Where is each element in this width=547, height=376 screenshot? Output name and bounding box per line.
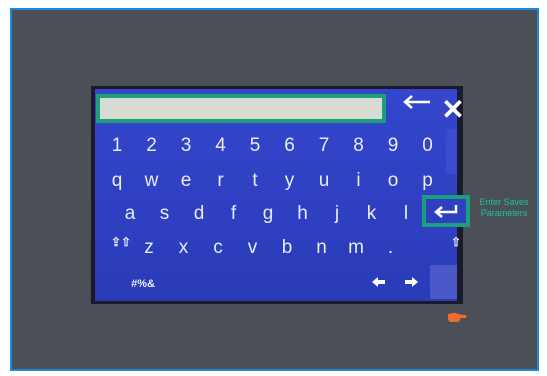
key-number-3[interactable]: 4 — [207, 134, 235, 158]
key-letter-bottom-3[interactable]: v — [239, 236, 267, 260]
arrow-right-icon — [405, 277, 418, 287]
key-letter-top-9[interactable]: p — [414, 169, 442, 193]
enter-annotation: Enter Saves Parameters — [479, 197, 529, 218]
key-letter-bottom-2[interactable]: c — [204, 236, 232, 260]
key-letter-top-0[interactable]: q — [103, 169, 131, 193]
key-letter-bottom-5[interactable]: n — [308, 236, 336, 260]
key-letter-home-7[interactable]: k — [358, 202, 386, 226]
key-letter-bottom-1[interactable]: x — [170, 236, 198, 260]
key-letter-top-2[interactable]: e — [172, 169, 200, 193]
key-number-7[interactable]: 8 — [345, 134, 373, 158]
key-letter-home-5[interactable]: h — [289, 202, 317, 226]
keyboard-corner-block — [430, 265, 457, 299]
key-letter-home-6[interactable]: j — [323, 202, 351, 226]
key-number-4[interactable]: 5 — [241, 134, 269, 158]
shift-key[interactable]: ⇧ — [442, 230, 470, 254]
key-number-9[interactable]: 0 — [414, 134, 442, 158]
key-letter-bottom-0[interactable]: z — [135, 236, 163, 260]
key-letter-home-1[interactable]: s — [151, 202, 179, 226]
key-number-8[interactable]: 9 — [379, 134, 407, 158]
arrow-right-key[interactable] — [397, 272, 425, 292]
key-letter-top-3[interactable]: r — [207, 169, 235, 193]
enter-icon — [434, 205, 458, 218]
close-icon[interactable]: ✕ — [438, 94, 468, 125]
key-letter-bottom-6[interactable]: m — [342, 236, 370, 260]
key-letter-top-6[interactable]: u — [310, 169, 338, 193]
key-letter-top-8[interactable]: o — [379, 169, 407, 193]
key-letter-home-2[interactable]: d — [185, 202, 213, 226]
key-letter-top-1[interactable]: w — [138, 169, 166, 193]
key-letter-home-3[interactable]: f — [220, 202, 248, 226]
arrow-left-icon — [372, 277, 385, 287]
enter-key[interactable] — [422, 195, 470, 227]
key-number-5[interactable]: 6 — [276, 134, 304, 158]
key-letter-top-4[interactable]: t — [241, 169, 269, 193]
key-letter-top-5[interactable]: y — [276, 169, 304, 193]
key-number-6[interactable]: 7 — [310, 134, 338, 158]
key-letter-bottom-7[interactable]: . — [377, 236, 405, 260]
hand-pointer-icon — [446, 308, 468, 324]
key-number-0[interactable]: 1 — [103, 134, 131, 158]
key-letter-home-0[interactable]: a — [116, 202, 144, 226]
key-letter-home-4[interactable]: g — [254, 202, 282, 226]
key-number-1[interactable]: 2 — [138, 134, 166, 158]
symbols-key[interactable]: #%& — [122, 275, 164, 293]
keyboard-edge-strip — [446, 129, 457, 174]
key-letter-bottom-4[interactable]: b — [273, 236, 301, 260]
backspace-icon[interactable] — [400, 92, 434, 112]
caps-lock-key[interactable]: ⇪⇧ — [104, 230, 138, 254]
key-letter-top-7[interactable]: i — [345, 169, 373, 193]
key-number-2[interactable]: 3 — [172, 134, 200, 158]
key-letter-home-8[interactable]: l — [392, 202, 420, 226]
arrow-left-key[interactable] — [365, 272, 393, 292]
text-input-field[interactable] — [96, 94, 386, 123]
